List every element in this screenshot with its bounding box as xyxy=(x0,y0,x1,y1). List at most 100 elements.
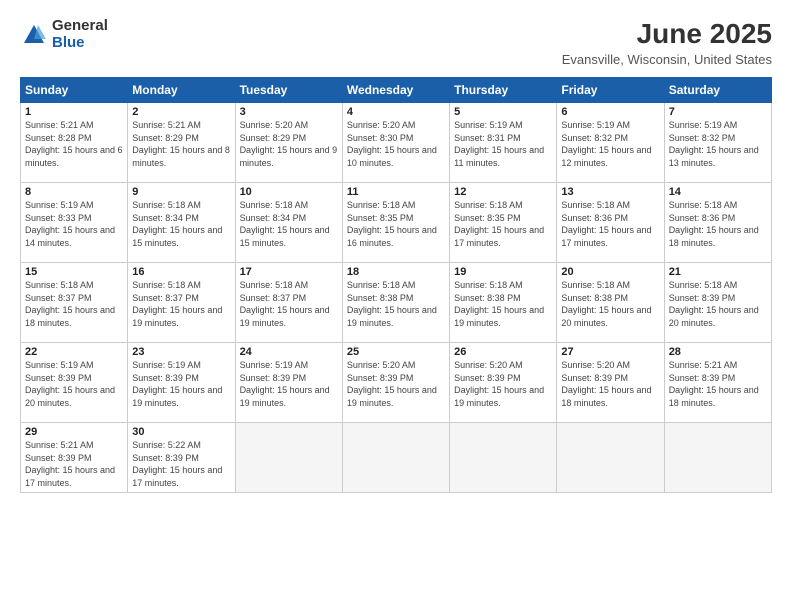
table-row: 13Sunrise: 5:18 AMSunset: 8:36 PMDayligh… xyxy=(557,183,664,263)
day-info: Sunrise: 5:18 AMSunset: 8:38 PMDaylight:… xyxy=(561,279,659,329)
table-row: 5Sunrise: 5:19 AMSunset: 8:31 PMDaylight… xyxy=(450,103,557,183)
table-row: 11Sunrise: 5:18 AMSunset: 8:35 PMDayligh… xyxy=(342,183,449,263)
day-number: 23 xyxy=(132,346,230,358)
empty-cell xyxy=(664,423,771,493)
day-info: Sunrise: 5:19 AMSunset: 8:31 PMDaylight:… xyxy=(454,119,552,169)
day-info: Sunrise: 5:20 AMSunset: 8:29 PMDaylight:… xyxy=(240,119,338,169)
day-info: Sunrise: 5:20 AMSunset: 8:39 PMDaylight:… xyxy=(561,359,659,409)
day-number: 12 xyxy=(454,186,552,198)
col-thursday: Thursday xyxy=(450,78,557,103)
logo-text: General Blue xyxy=(52,18,108,51)
day-info: Sunrise: 5:19 AMSunset: 8:32 PMDaylight:… xyxy=(669,119,767,169)
table-row: 10Sunrise: 5:18 AMSunset: 8:34 PMDayligh… xyxy=(235,183,342,263)
day-info: Sunrise: 5:20 AMSunset: 8:30 PMDaylight:… xyxy=(347,119,445,169)
table-row: 7Sunrise: 5:19 AMSunset: 8:32 PMDaylight… xyxy=(664,103,771,183)
table-row: 23Sunrise: 5:19 AMSunset: 8:39 PMDayligh… xyxy=(128,343,235,423)
col-monday: Monday xyxy=(128,78,235,103)
day-number: 20 xyxy=(561,266,659,278)
day-info: Sunrise: 5:21 AMSunset: 8:39 PMDaylight:… xyxy=(25,439,123,489)
logo-general: General xyxy=(52,18,108,35)
day-info: Sunrise: 5:19 AMSunset: 8:32 PMDaylight:… xyxy=(561,119,659,169)
day-info: Sunrise: 5:18 AMSunset: 8:34 PMDaylight:… xyxy=(240,199,338,249)
header: General Blue June 2025 Evansville, Wisco… xyxy=(20,18,772,67)
day-info: Sunrise: 5:18 AMSunset: 8:36 PMDaylight:… xyxy=(669,199,767,249)
day-number: 27 xyxy=(561,346,659,358)
day-info: Sunrise: 5:21 AMSunset: 8:28 PMDaylight:… xyxy=(25,119,123,169)
table-row: 30Sunrise: 5:22 AMSunset: 8:39 PMDayligh… xyxy=(128,423,235,493)
day-info: Sunrise: 5:18 AMSunset: 8:37 PMDaylight:… xyxy=(25,279,123,329)
day-number: 18 xyxy=(347,266,445,278)
table-row: 12Sunrise: 5:18 AMSunset: 8:35 PMDayligh… xyxy=(450,183,557,263)
day-number: 9 xyxy=(132,186,230,198)
day-info: Sunrise: 5:18 AMSunset: 8:37 PMDaylight:… xyxy=(132,279,230,329)
day-number: 14 xyxy=(669,186,767,198)
day-number: 29 xyxy=(25,426,123,438)
table-row: 3Sunrise: 5:20 AMSunset: 8:29 PMDaylight… xyxy=(235,103,342,183)
col-friday: Friday xyxy=(557,78,664,103)
day-number: 4 xyxy=(347,106,445,118)
table-row: 26Sunrise: 5:20 AMSunset: 8:39 PMDayligh… xyxy=(450,343,557,423)
main-title: June 2025 xyxy=(562,18,772,50)
title-block: June 2025 Evansville, Wisconsin, United … xyxy=(562,18,772,67)
day-number: 8 xyxy=(25,186,123,198)
col-sunday: Sunday xyxy=(21,78,128,103)
day-number: 30 xyxy=(132,426,230,438)
day-info: Sunrise: 5:20 AMSunset: 8:39 PMDaylight:… xyxy=(347,359,445,409)
day-number: 6 xyxy=(561,106,659,118)
calendar-week-row: 1Sunrise: 5:21 AMSunset: 8:28 PMDaylight… xyxy=(21,103,772,183)
empty-cell xyxy=(557,423,664,493)
day-number: 1 xyxy=(25,106,123,118)
day-number: 2 xyxy=(132,106,230,118)
day-number: 13 xyxy=(561,186,659,198)
table-row: 15Sunrise: 5:18 AMSunset: 8:37 PMDayligh… xyxy=(21,263,128,343)
table-row: 28Sunrise: 5:21 AMSunset: 8:39 PMDayligh… xyxy=(664,343,771,423)
table-row: 20Sunrise: 5:18 AMSunset: 8:38 PMDayligh… xyxy=(557,263,664,343)
day-info: Sunrise: 5:18 AMSunset: 8:38 PMDaylight:… xyxy=(454,279,552,329)
logo: General Blue xyxy=(20,18,108,51)
day-info: Sunrise: 5:22 AMSunset: 8:39 PMDaylight:… xyxy=(132,439,230,489)
day-info: Sunrise: 5:18 AMSunset: 8:35 PMDaylight:… xyxy=(454,199,552,249)
day-number: 26 xyxy=(454,346,552,358)
table-row: 19Sunrise: 5:18 AMSunset: 8:38 PMDayligh… xyxy=(450,263,557,343)
table-row: 6Sunrise: 5:19 AMSunset: 8:32 PMDaylight… xyxy=(557,103,664,183)
table-row: 1Sunrise: 5:21 AMSunset: 8:28 PMDaylight… xyxy=(21,103,128,183)
calendar-week-row: 8Sunrise: 5:19 AMSunset: 8:33 PMDaylight… xyxy=(21,183,772,263)
table-row: 4Sunrise: 5:20 AMSunset: 8:30 PMDaylight… xyxy=(342,103,449,183)
day-info: Sunrise: 5:19 AMSunset: 8:39 PMDaylight:… xyxy=(25,359,123,409)
table-row: 22Sunrise: 5:19 AMSunset: 8:39 PMDayligh… xyxy=(21,343,128,423)
empty-cell xyxy=(450,423,557,493)
empty-cell xyxy=(342,423,449,493)
day-info: Sunrise: 5:18 AMSunset: 8:36 PMDaylight:… xyxy=(561,199,659,249)
day-number: 24 xyxy=(240,346,338,358)
day-info: Sunrise: 5:19 AMSunset: 8:39 PMDaylight:… xyxy=(132,359,230,409)
table-row: 17Sunrise: 5:18 AMSunset: 8:37 PMDayligh… xyxy=(235,263,342,343)
table-row: 24Sunrise: 5:19 AMSunset: 8:39 PMDayligh… xyxy=(235,343,342,423)
day-number: 10 xyxy=(240,186,338,198)
day-number: 25 xyxy=(347,346,445,358)
day-info: Sunrise: 5:21 AMSunset: 8:39 PMDaylight:… xyxy=(669,359,767,409)
table-row: 27Sunrise: 5:20 AMSunset: 8:39 PMDayligh… xyxy=(557,343,664,423)
empty-cell xyxy=(235,423,342,493)
calendar-week-row: 15Sunrise: 5:18 AMSunset: 8:37 PMDayligh… xyxy=(21,263,772,343)
col-saturday: Saturday xyxy=(664,78,771,103)
day-number: 15 xyxy=(25,266,123,278)
day-number: 11 xyxy=(347,186,445,198)
day-info: Sunrise: 5:18 AMSunset: 8:39 PMDaylight:… xyxy=(669,279,767,329)
day-info: Sunrise: 5:18 AMSunset: 8:37 PMDaylight:… xyxy=(240,279,338,329)
day-info: Sunrise: 5:18 AMSunset: 8:38 PMDaylight:… xyxy=(347,279,445,329)
day-info: Sunrise: 5:19 AMSunset: 8:39 PMDaylight:… xyxy=(240,359,338,409)
calendar-week-row: 22Sunrise: 5:19 AMSunset: 8:39 PMDayligh… xyxy=(21,343,772,423)
table-row: 21Sunrise: 5:18 AMSunset: 8:39 PMDayligh… xyxy=(664,263,771,343)
day-info: Sunrise: 5:18 AMSunset: 8:35 PMDaylight:… xyxy=(347,199,445,249)
calendar-header-row: Sunday Monday Tuesday Wednesday Thursday… xyxy=(21,78,772,103)
table-row: 18Sunrise: 5:18 AMSunset: 8:38 PMDayligh… xyxy=(342,263,449,343)
day-number: 28 xyxy=(669,346,767,358)
day-info: Sunrise: 5:18 AMSunset: 8:34 PMDaylight:… xyxy=(132,199,230,249)
table-row: 8Sunrise: 5:19 AMSunset: 8:33 PMDaylight… xyxy=(21,183,128,263)
col-tuesday: Tuesday xyxy=(235,78,342,103)
col-wednesday: Wednesday xyxy=(342,78,449,103)
table-row: 16Sunrise: 5:18 AMSunset: 8:37 PMDayligh… xyxy=(128,263,235,343)
day-info: Sunrise: 5:19 AMSunset: 8:33 PMDaylight:… xyxy=(25,199,123,249)
logo-icon xyxy=(20,21,48,49)
calendar: Sunday Monday Tuesday Wednesday Thursday… xyxy=(20,77,772,493)
